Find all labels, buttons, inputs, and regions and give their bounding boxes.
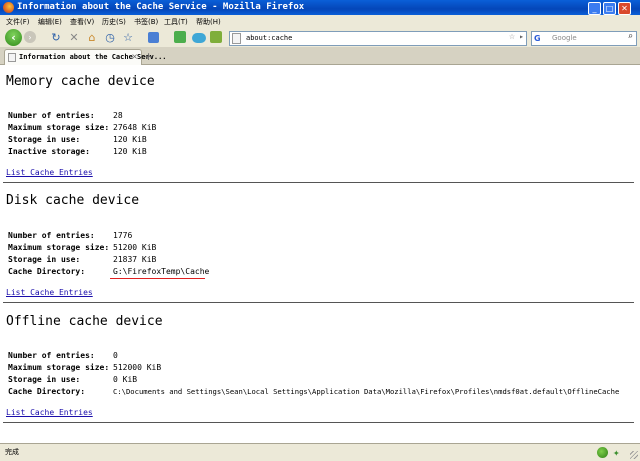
row-value: 0 KiB: [113, 375, 138, 384]
row-value: 120 KiB: [113, 147, 147, 156]
home-icon[interactable]: ⌂: [86, 30, 98, 45]
download-icon[interactable]: [210, 31, 222, 43]
row-label: Cache Directory:: [8, 387, 86, 396]
tab-cache-info[interactable]: Information about the Cache Serv... ×: [4, 49, 167, 65]
bookmark-page-star-icon[interactable]: ☆: [509, 31, 515, 42]
google-engine-icon[interactable]: G: [534, 33, 545, 44]
status-text: 完成: [5, 448, 19, 456]
bookmarks-manager-icon[interactable]: [148, 32, 159, 43]
address-bar[interactable]: about:cache ☆ ▸: [229, 31, 527, 46]
firefox-logo-icon: [3, 2, 14, 13]
section-title-offline: Offline cache device: [6, 314, 163, 329]
reload-icon[interactable]: ↻: [50, 30, 62, 45]
red-underline-annotation: [110, 278, 205, 279]
new-tab-button[interactable]: +: [144, 50, 153, 63]
page-content: Memory cache device Number of entries: 2…: [0, 65, 640, 443]
row-value: C:\Documents and Settings\Sean\Local Set…: [113, 387, 620, 396]
row-value: G:\FirefoxTemp\Cache: [113, 267, 210, 276]
row-label: Storage in use:: [8, 255, 81, 264]
bookmark-star-icon[interactable]: ☆: [122, 30, 134, 45]
page-favicon-icon: [8, 53, 16, 62]
menu-history[interactable]: 历史(S): [102, 17, 126, 27]
go-arrow-icon[interactable]: ▸: [519, 32, 524, 41]
menu-tools[interactable]: 工具(T): [164, 17, 188, 27]
page-icon: [232, 33, 241, 44]
maximize-button[interactable]: □: [603, 2, 616, 15]
window-titlebar: Information about the Cache Service - Mo…: [0, 0, 640, 15]
tab-bar: Information about the Cache Serv... × +: [0, 47, 640, 65]
section-title-memory: Memory cache device: [6, 74, 155, 89]
row-value: 512000 KiB: [113, 363, 162, 372]
minimize-button[interactable]: _: [588, 2, 601, 15]
menu-bar: 文件(F) 编辑(E) 查看(V) 历史(S) 书签(B) 工具(T) 帮助(H…: [0, 15, 640, 28]
offline-list-entries-link[interactable]: List Cache Entries: [6, 407, 93, 418]
forward-icon[interactable]: ›: [24, 31, 36, 43]
status-bar: 完成 ✦: [0, 443, 640, 461]
section-divider: [3, 302, 634, 303]
row-label: Storage in use:: [8, 135, 81, 144]
row-value: 27648 KiB: [113, 123, 157, 132]
row-label: Cache Directory:: [8, 267, 86, 276]
row-label: Inactive storage:: [8, 147, 90, 156]
row-label: Maximum storage size:: [8, 363, 110, 372]
menu-edit[interactable]: 编辑(E): [38, 17, 62, 27]
search-icon[interactable]: ⌕: [628, 32, 633, 42]
row-label: Number of entries:: [8, 351, 95, 360]
menu-file[interactable]: 文件(F): [6, 17, 30, 27]
row-value: 28: [113, 111, 123, 120]
menu-view[interactable]: 查看(V): [70, 17, 94, 27]
row-label: Number of entries:: [8, 231, 95, 240]
row-value: 0: [113, 351, 118, 360]
history-icon[interactable]: ◷: [104, 30, 116, 45]
navigation-toolbar: ‹ › ↻ ✕ ⌂ ◷ ☆ about:cache ☆ ▸ G Google ⌕: [0, 28, 640, 48]
window-title: Information about the Cache Service - Mo…: [17, 2, 305, 12]
disk-list-entries-link[interactable]: List Cache Entries: [6, 287, 93, 298]
row-label: Number of entries:: [8, 111, 95, 120]
section-title-disk: Disk cache device: [6, 193, 140, 208]
addon-icon[interactable]: [174, 31, 186, 43]
puzzle-status-icon[interactable]: ✦: [613, 446, 620, 459]
close-window-button[interactable]: ✕: [618, 2, 631, 15]
row-value: 120 KiB: [113, 135, 147, 144]
search-bar[interactable]: G Google ⌕: [531, 31, 637, 46]
row-value: 1776: [113, 231, 133, 240]
row-label: Maximum storage size:: [8, 243, 110, 252]
resize-grip-icon[interactable]: [630, 451, 638, 459]
back-icon[interactable]: ‹: [5, 29, 22, 46]
memory-list-entries-link[interactable]: List Cache Entries: [6, 167, 93, 178]
addon-status-icon[interactable]: [597, 447, 608, 458]
search-input[interactable]: Google: [552, 33, 577, 44]
address-input[interactable]: about:cache: [246, 33, 292, 44]
row-value: 51200 KiB: [113, 243, 157, 252]
menu-help[interactable]: 帮助(H): [196, 17, 221, 27]
row-value: 21837 KiB: [113, 255, 157, 264]
stop-icon[interactable]: ✕: [68, 30, 80, 45]
section-divider: [3, 422, 634, 423]
tab-close-icon[interactable]: ×: [131, 52, 138, 61]
chat-icon[interactable]: [192, 33, 206, 43]
row-label: Maximum storage size:: [8, 123, 110, 132]
menu-bookmarks[interactable]: 书签(B): [134, 17, 158, 27]
section-divider: [3, 182, 634, 183]
row-label: Storage in use:: [8, 375, 81, 384]
